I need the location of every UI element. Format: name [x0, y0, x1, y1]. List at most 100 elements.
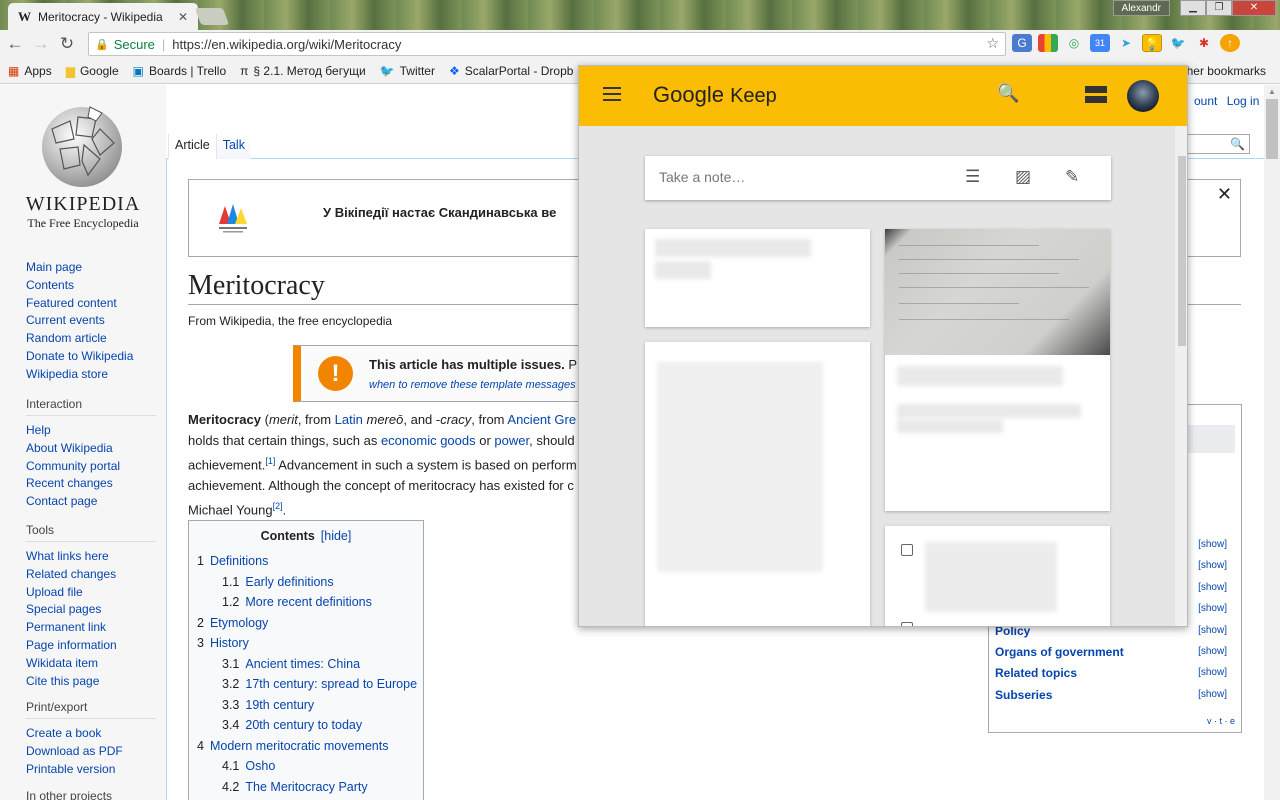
translate-extension-icon[interactable]: G [1012, 34, 1032, 52]
profile-name[interactable]: Alexandr [1112, 0, 1170, 16]
calendar-extension-icon[interactable]: 31 [1090, 34, 1110, 52]
toc-item[interactable]: 4.1 Osho [197, 756, 415, 777]
sidebar-link[interactable]: Random article [26, 330, 156, 348]
menu-icon[interactable] [603, 87, 621, 105]
sidebar-link[interactable]: Wikipedia store [26, 366, 156, 384]
search-icon[interactable]: 🔍 [1230, 137, 1245, 151]
sidebar-link[interactable]: Related changes [26, 566, 156, 584]
telegram-extension-icon[interactable]: ➤ [1116, 34, 1136, 52]
toc-item[interactable]: 3.1 Ancient times: China [197, 654, 415, 675]
note-card[interactable] [645, 342, 870, 626]
address-bar[interactable]: 🔒 Secure | https://en.wikipedia.org/wiki… [88, 32, 1006, 56]
reload-icon[interactable]: ↻ [56, 34, 78, 54]
navbox-show-toggle[interactable]: [show] [1198, 667, 1227, 678]
navbox-row[interactable]: Organs of government [show] [995, 645, 1233, 659]
other-bookmarks[interactable]: ther bookmarks [1183, 64, 1266, 78]
forward-icon[interactable]: → [30, 34, 52, 54]
sidebar-link[interactable]: What links here [26, 548, 156, 566]
bookmark-item[interactable]: ▆ Google [66, 64, 119, 78]
toc-item[interactable]: 1.2 More recent definitions [197, 592, 415, 613]
bookmark-item[interactable]: ▦ Apps [8, 64, 52, 78]
scroll-up-icon[interactable]: ▲ [1268, 87, 1276, 96]
navbox-row[interactable]: Subseries [show] [995, 688, 1233, 702]
sidebar-link[interactable]: Recent changes [26, 475, 156, 493]
toc-item[interactable]: 1.1 Early definitions [197, 572, 415, 593]
toc-item[interactable]: 1 Definitions [197, 551, 415, 572]
twitter-extension-icon[interactable]: 🐦 [1168, 34, 1188, 52]
wiki-search-input[interactable]: 🔍 [1186, 134, 1250, 154]
upload-extension-icon[interactable]: ↑ [1220, 34, 1240, 52]
sidebar-link[interactable]: Contents [26, 277, 156, 295]
sidebar-link[interactable]: Help [26, 422, 156, 440]
banner-close-icon[interactable]: ✕ [1217, 184, 1232, 205]
toc-item[interactable]: 3 History [197, 633, 415, 654]
sidebar-link[interactable]: Contact page [26, 493, 156, 511]
keep-extension-icon[interactable]: 💡 [1142, 34, 1162, 52]
chrome-extension-icon[interactable]: ◎ [1064, 34, 1084, 52]
reference-link[interactable]: [2] [273, 501, 283, 511]
toc-hide-button[interactable]: [hide] [321, 529, 352, 543]
note-card[interactable] [645, 229, 870, 327]
sidebar-link[interactable]: Upload file [26, 584, 156, 602]
sidebar-link[interactable]: Current events [26, 312, 156, 330]
tab-article[interactable]: Article [168, 134, 216, 159]
sidebar-link[interactable]: Featured content [26, 295, 156, 313]
link-latin[interactable]: Latin [335, 412, 363, 427]
link-ancient-greek[interactable]: Ancient Gre [507, 412, 576, 427]
toc-item[interactable]: 2 Etymology [197, 613, 415, 634]
navbox-vte-links[interactable]: v · t · e [1207, 716, 1235, 726]
avatar[interactable] [1127, 80, 1159, 112]
toc-item[interactable]: 3.2 17th century: spread to Europe [197, 674, 417, 695]
list-view-icon[interactable] [1085, 86, 1107, 106]
reference-link[interactable]: [1] [265, 456, 275, 466]
tab-close-icon[interactable]: ✕ [178, 10, 188, 24]
new-list-icon[interactable]: ☰ [965, 167, 980, 187]
tab-talk[interactable]: Talk [215, 134, 251, 159]
sidebar-link[interactable]: Create a book [26, 725, 156, 743]
keep-scrollbar-thumb[interactable] [1178, 156, 1186, 346]
navbox-row[interactable]: Related topics [show] [995, 666, 1233, 680]
new-image-note-icon[interactable]: ▨ [1015, 167, 1031, 187]
toc-item[interactable]: 3.4 20th century to today [197, 715, 415, 736]
wikipedia-globe-logo[interactable] [30, 99, 130, 189]
sidebar-link[interactable]: Wikidata item [26, 655, 156, 673]
checklist-note-card[interactable] [885, 526, 1110, 626]
navbox-show-toggle[interactable]: [show] [1198, 603, 1227, 614]
back-icon[interactable]: ← [4, 34, 26, 54]
bookmark-item[interactable]: ❖ ScalarPortal - Dropb [449, 64, 573, 78]
toc-item[interactable]: 4.2 The Meritocracy Party [197, 777, 415, 798]
navbox-show-toggle[interactable]: [show] [1198, 625, 1227, 636]
sidebar-link[interactable]: About Wikipedia [26, 440, 156, 458]
navbox-show-toggle[interactable]: [show] [1198, 582, 1227, 593]
bookmark-item[interactable]: 🐦 Twitter [380, 64, 435, 78]
browser-tab[interactable]: W Meritocracy - Wikipedia ✕ [8, 3, 198, 30]
window-close-icon[interactable]: ✕ [1232, 0, 1276, 16]
sidebar-link[interactable]: Page information [26, 637, 156, 655]
sidebar-link[interactable]: Main page [26, 259, 156, 277]
take-note-input[interactable]: Take a note… ☰ ▨ ✎ [645, 156, 1111, 200]
sidebar-link[interactable]: Special pages [26, 601, 156, 619]
note-card-with-image[interactable] [885, 229, 1110, 511]
navbox-show-toggle[interactable]: [show] [1198, 646, 1227, 657]
checklist-checkbox[interactable] [901, 622, 913, 626]
toc-item[interactable]: 4 Modern meritocratic movements [197, 736, 415, 757]
new-tab-button[interactable] [194, 8, 230, 25]
navbox-show-toggle[interactable]: [show] [1198, 689, 1227, 700]
page-scrollbar[interactable]: ▲ [1264, 85, 1280, 800]
sidebar-link[interactable]: Printable version [26, 761, 156, 779]
settings-gear-extension-icon[interactable]: ✱ [1194, 34, 1214, 52]
navbox-show-toggle[interactable]: [show] [1198, 539, 1227, 550]
link-power[interactable]: power [494, 433, 529, 448]
new-drawing-icon[interactable]: ✎ [1065, 167, 1079, 187]
toc-item[interactable]: 3.3 19th century [197, 695, 415, 716]
navbox-show-toggle[interactable]: [show] [1198, 560, 1227, 571]
checklist-checkbox[interactable] [901, 544, 913, 556]
link-economic-goods[interactable]: economic goods [381, 433, 476, 448]
bookmark-item[interactable]: π § 2.1. Метод бегущи [240, 64, 366, 78]
search-icon[interactable]: 🔍 [997, 83, 1019, 104]
calendar-color-extension-icon[interactable] [1038, 34, 1058, 52]
sidebar-link[interactable]: Download as PDF [26, 743, 156, 761]
create-account-link[interactable]: ount [1194, 94, 1217, 108]
sidebar-link[interactable]: Cite this page [26, 673, 156, 691]
sidebar-link[interactable]: Community portal [26, 458, 156, 476]
